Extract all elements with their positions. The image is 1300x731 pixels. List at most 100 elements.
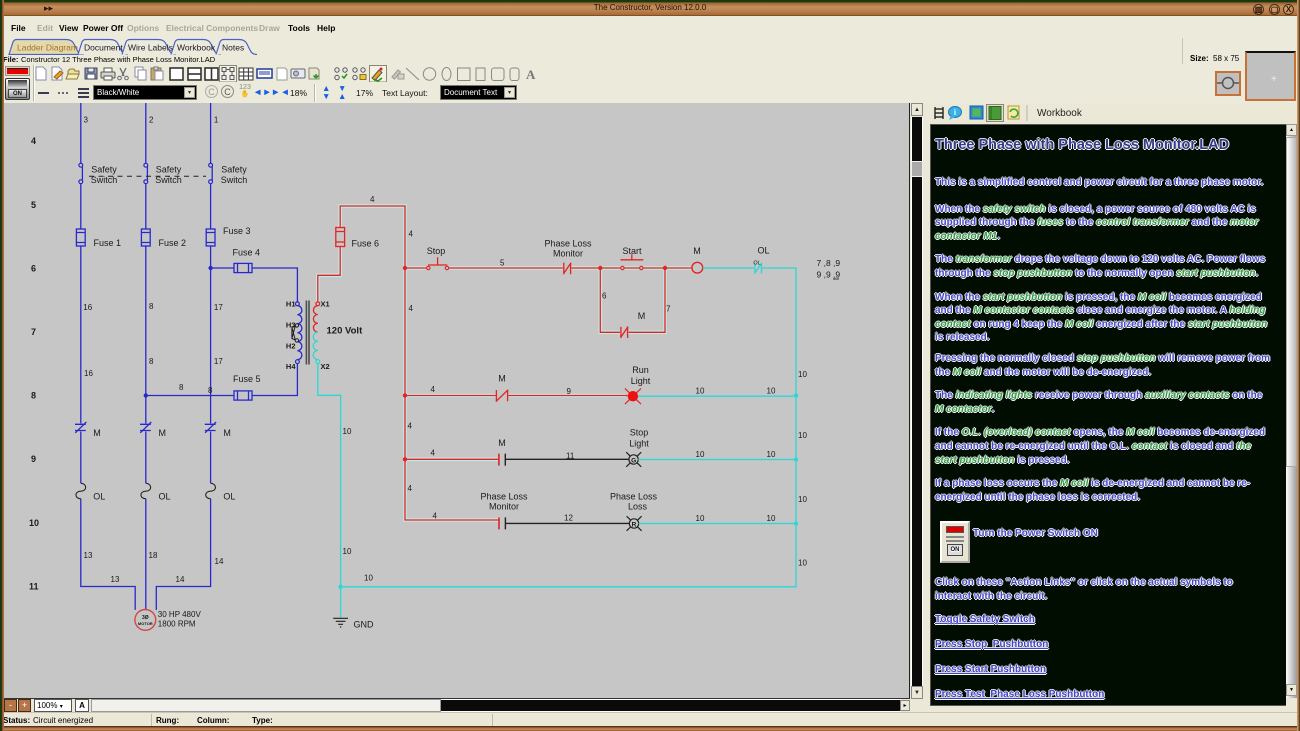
svg-text:10: 10 (767, 387, 776, 396)
svg-text:17: 17 (214, 357, 223, 366)
svg-text:10: 10 (696, 450, 705, 459)
svg-text:13: 13 (111, 575, 120, 584)
svg-text:H2: H2 (286, 342, 296, 351)
svg-text:A: A (526, 67, 536, 82)
svg-text:10: 10 (798, 495, 807, 504)
svg-text:1: 1 (214, 116, 219, 125)
svg-text:30 HP 480V: 30 HP 480V (158, 610, 202, 619)
svg-text:7 ,8 ,9: 7 ,8 ,9 (817, 258, 841, 268)
svg-text:8: 8 (149, 357, 154, 366)
svg-text:Light: Light (631, 376, 651, 386)
svg-text:10: 10 (767, 514, 776, 523)
svg-text:4: 4 (431, 385, 436, 394)
svg-text:10: 10 (343, 427, 352, 436)
svg-text:Phase Loss: Phase Loss (610, 492, 658, 502)
svg-text:9 ,9 ,9: 9 ,9 ,9 (817, 270, 841, 280)
svg-text:8: 8 (179, 383, 184, 392)
svg-text:Fuse 6: Fuse 6 (352, 239, 380, 249)
svg-text:Phase Loss: Phase Loss (480, 492, 528, 502)
svg-text:M: M (638, 311, 646, 321)
svg-text:6: 6 (602, 292, 607, 301)
svg-text:Fuse 4: Fuse 4 (233, 248, 261, 258)
svg-text:12: 12 (564, 514, 573, 523)
svg-text:Phase Loss: Phase Loss (544, 239, 592, 249)
svg-text:Stop: Stop (630, 428, 649, 438)
svg-text:7: 7 (666, 305, 671, 314)
svg-text:4: 4 (409, 230, 414, 239)
svg-text:M: M (498, 438, 506, 448)
svg-text:10: 10 (696, 387, 705, 396)
svg-text:1800 RPM: 1800 RPM (158, 620, 196, 629)
svg-text:Safety: Safety (221, 165, 247, 175)
svg-text:4: 4 (370, 195, 375, 204)
svg-text:4: 4 (31, 136, 36, 146)
svg-text:Workbook: Workbook (177, 43, 216, 53)
svg-text:8: 8 (208, 386, 213, 395)
svg-text:10: 10 (798, 559, 807, 568)
svg-text:10: 10 (767, 450, 776, 459)
svg-text:4: 4 (409, 304, 414, 313)
svg-text:Fuse 5: Fuse 5 (233, 374, 261, 384)
svg-text:Monitor: Monitor (489, 502, 519, 512)
svg-text:18: 18 (149, 551, 158, 560)
svg-text:10: 10 (29, 518, 39, 528)
svg-text:Loss: Loss (628, 502, 648, 512)
svg-text:Fuse 1: Fuse 1 (94, 238, 122, 248)
svg-text:Fuse 2: Fuse 2 (159, 238, 187, 248)
svg-text:i: i (954, 108, 956, 117)
svg-text:10: 10 (798, 370, 807, 379)
svg-text:Light: Light (629, 439, 649, 449)
svg-text:Safety: Safety (156, 165, 182, 175)
svg-text:3: 3 (84, 116, 89, 125)
svg-text:Switch: Switch (221, 175, 248, 185)
svg-text:M: M (223, 428, 231, 438)
svg-text:7: 7 (31, 327, 36, 337)
svg-text:H1: H1 (286, 300, 296, 309)
svg-text:16: 16 (83, 303, 92, 312)
svg-text:14: 14 (176, 575, 185, 584)
svg-text:Start: Start (622, 246, 642, 256)
svg-text:120 Volt: 120 Volt (327, 326, 364, 337)
svg-text:OL: OL (223, 492, 235, 502)
svg-text:9: 9 (31, 454, 36, 464)
svg-text:10: 10 (798, 431, 807, 440)
svg-text:9: 9 (567, 387, 572, 396)
svg-text:Ladder Diagram: Ladder Diagram (17, 43, 78, 53)
svg-text:M: M (159, 428, 167, 438)
svg-text:Stop: Stop (427, 246, 446, 256)
svg-text:M: M (693, 246, 701, 256)
svg-text:Switch: Switch (155, 175, 182, 185)
svg-text:4: 4 (408, 484, 413, 493)
svg-text:Notes: Notes (222, 43, 244, 53)
svg-text:H3: H3 (286, 321, 296, 330)
svg-text:8: 8 (149, 302, 154, 311)
svg-text:5: 5 (31, 200, 36, 210)
svg-text:OL: OL (753, 261, 760, 267)
svg-text:10: 10 (343, 547, 352, 556)
svg-text:13: 13 (84, 551, 93, 560)
svg-text:Run: Run (632, 365, 649, 375)
svg-text:11: 11 (566, 452, 575, 461)
svg-text:2: 2 (149, 116, 154, 125)
svg-text:11: 11 (29, 582, 39, 592)
svg-text:6: 6 (31, 264, 36, 274)
svg-text:H4: H4 (286, 362, 296, 371)
svg-text:OL: OL (757, 246, 769, 256)
svg-text:M: M (498, 374, 506, 384)
svg-text:X1: X1 (321, 300, 330, 309)
svg-text:17: 17 (214, 303, 223, 312)
svg-text:M: M (93, 428, 101, 438)
svg-text:8: 8 (31, 391, 36, 401)
svg-text:G: G (631, 458, 636, 465)
svg-text:Safety: Safety (91, 165, 117, 175)
svg-text:GND: GND (354, 620, 375, 630)
svg-text:Document: Document (84, 43, 123, 53)
svg-text:14: 14 (215, 557, 224, 566)
svg-text:4: 4 (433, 512, 438, 521)
svg-text:10: 10 (364, 574, 373, 583)
svg-text:10: 10 (696, 514, 705, 523)
svg-text:OL: OL (93, 492, 105, 502)
svg-text:Monitor: Monitor (553, 249, 583, 259)
svg-text:Switch: Switch (91, 175, 118, 185)
svg-text:MOTOR: MOTOR (138, 621, 153, 626)
